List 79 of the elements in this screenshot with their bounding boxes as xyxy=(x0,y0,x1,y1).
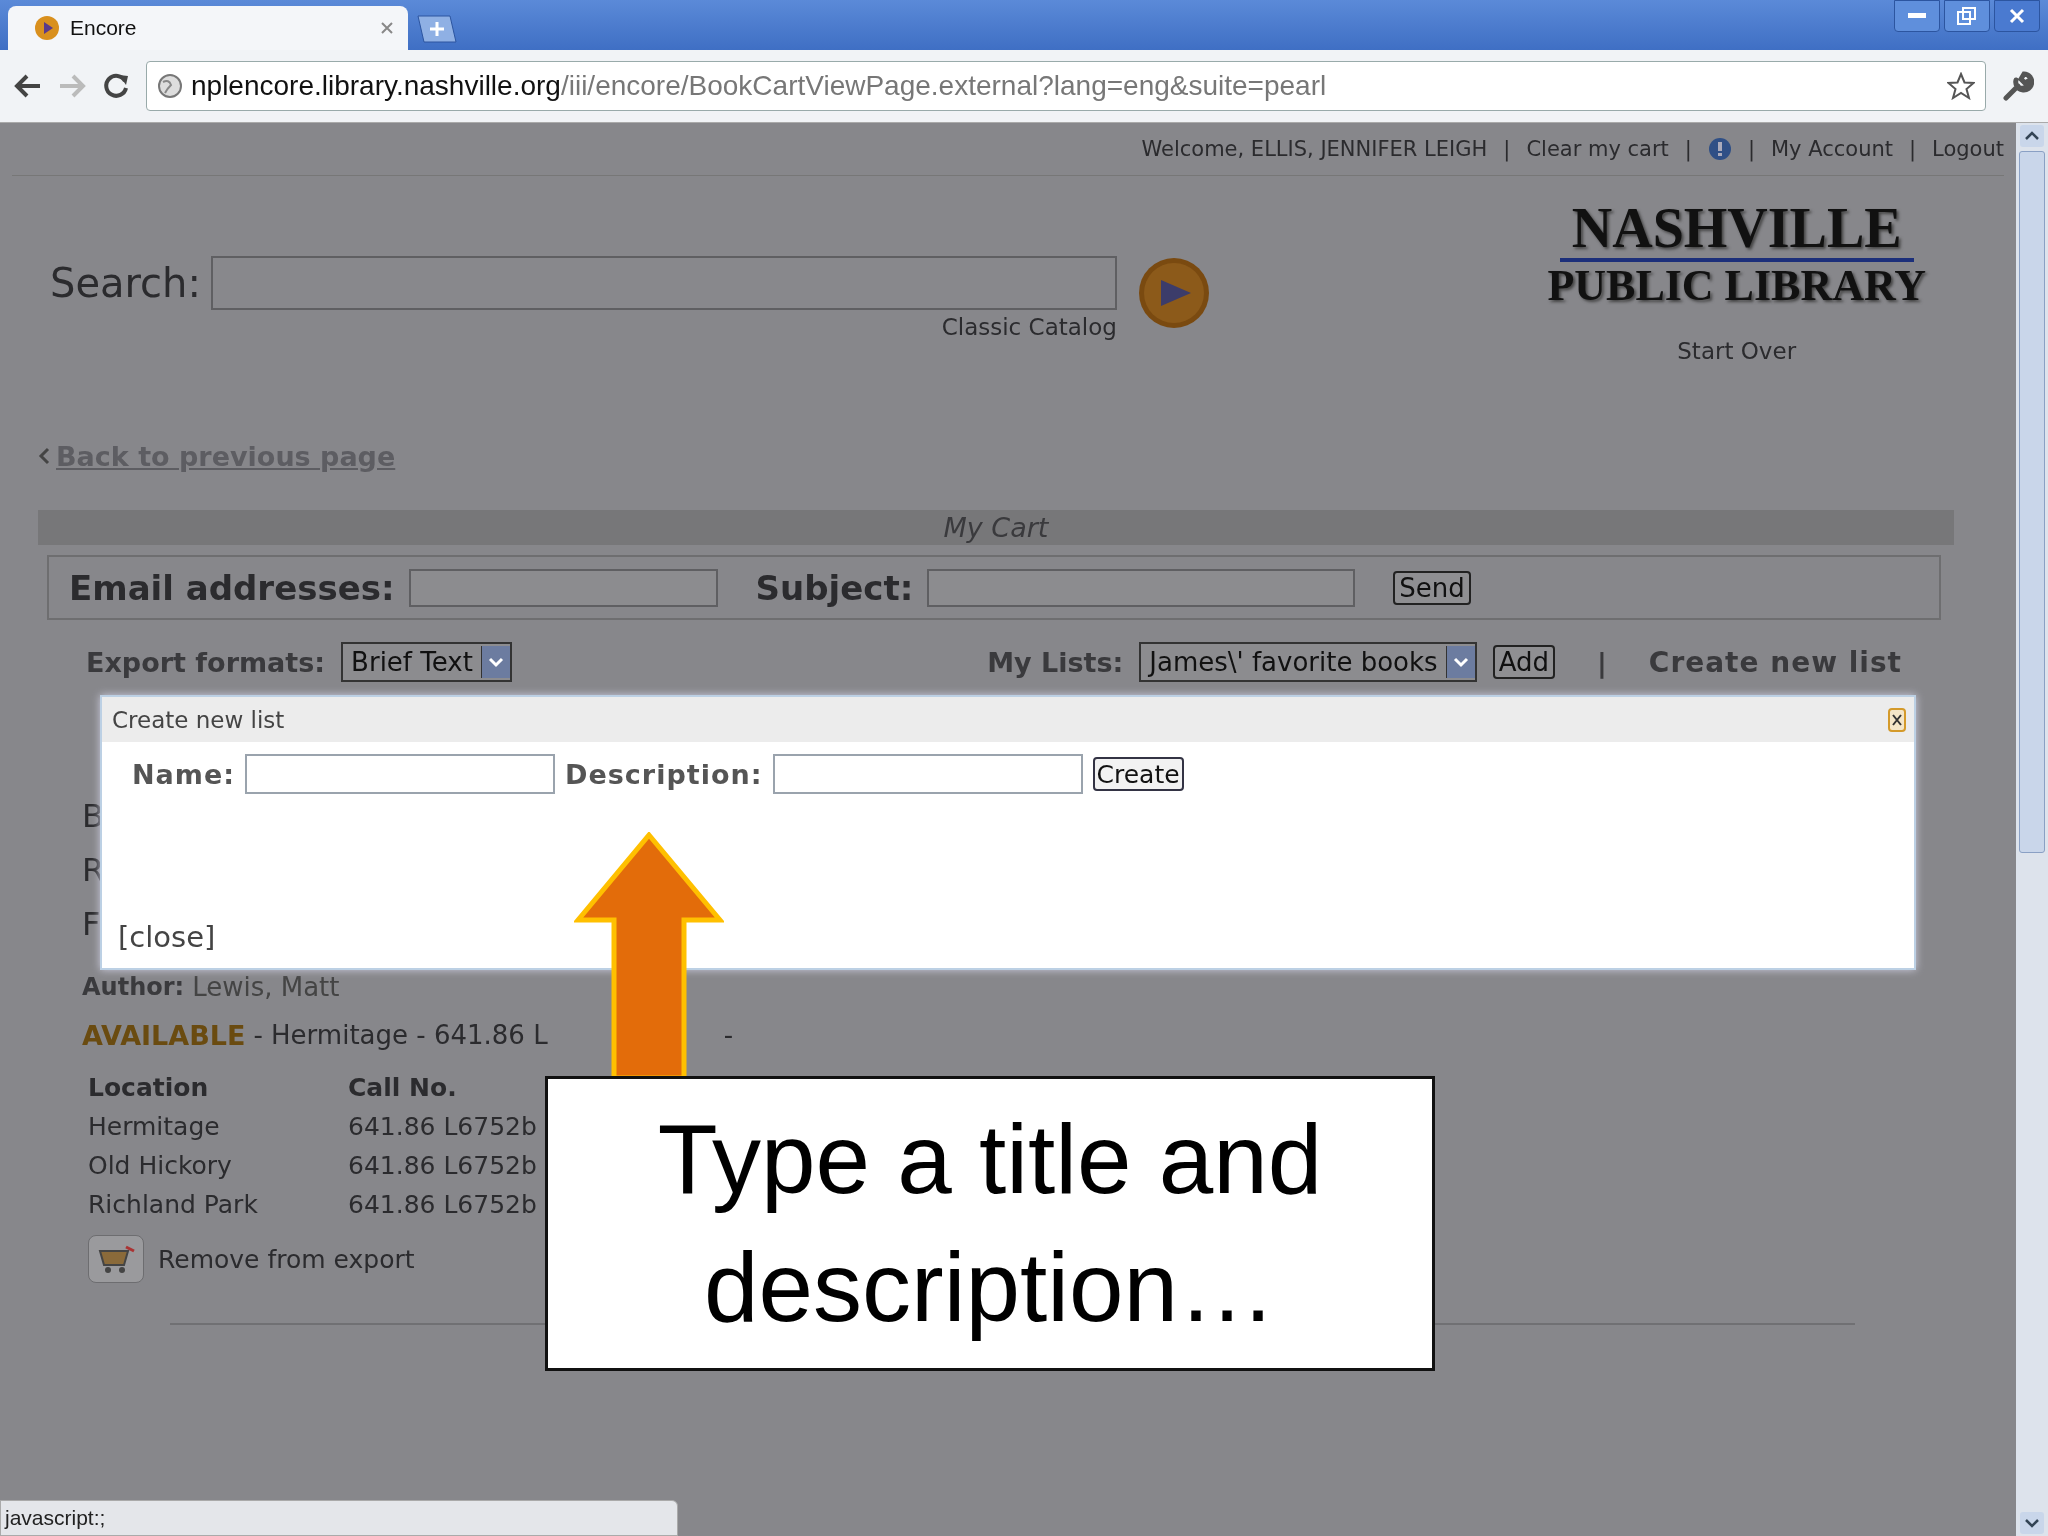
info-icon[interactable] xyxy=(1707,137,1732,161)
author-name: Lewis, Matt xyxy=(192,972,340,1002)
export-label: Export formats: xyxy=(86,646,326,678)
play-icon[interactable] xyxy=(1136,256,1211,330)
column-header: Call No. xyxy=(348,1073,458,1102)
welcome-text: Welcome, ELLIS, JENNIFER LEIGH xyxy=(1141,137,1488,161)
separator: | xyxy=(1596,646,1607,678)
email-label: Email addresses: xyxy=(69,567,395,608)
callout-text: Type a title and description… xyxy=(545,1076,1435,1371)
top-link[interactable]: Clear my cart xyxy=(1526,137,1669,161)
dash-text: - xyxy=(723,1020,734,1050)
minimize-icon xyxy=(1908,13,1926,19)
separator: | xyxy=(1909,137,1917,161)
table-cell-text: 641.86 L6752b xyxy=(348,1151,538,1180)
scrollbar[interactable] xyxy=(2016,123,2048,1536)
search-field[interactable] xyxy=(210,256,1117,310)
email-field[interactable] xyxy=(408,568,718,607)
name-label: Name: xyxy=(132,758,236,790)
logo-text: NASHVILLE xyxy=(1559,200,1914,262)
separator: | xyxy=(1684,137,1692,161)
location-text: - Hermitage - 641.86 L xyxy=(253,1020,548,1050)
status-text: AVAILABLE xyxy=(82,1019,246,1051)
name-field[interactable] xyxy=(245,754,556,794)
arrow-icon xyxy=(574,832,724,1078)
table-cell-text: 641.86 L6752b xyxy=(348,1112,538,1141)
create-button[interactable]: Create xyxy=(1092,757,1184,791)
table-cell-text: Hermitage xyxy=(88,1112,221,1141)
close-link[interactable]: [close] xyxy=(118,920,1914,954)
wrench-icon[interactable] xyxy=(2002,70,2034,102)
remove-link[interactable]: Remove from export xyxy=(158,1244,415,1274)
separator: | xyxy=(1747,137,1755,161)
lists-select[interactable]: James\' favorite books xyxy=(1139,642,1477,682)
subject-field[interactable] xyxy=(927,568,1356,607)
add-button[interactable]: Add xyxy=(1492,645,1555,679)
cart-icon[interactable] xyxy=(88,1235,144,1283)
separator: | xyxy=(1503,137,1511,161)
column-header: Location xyxy=(88,1073,210,1102)
search-label: Search: xyxy=(50,260,201,306)
star-icon[interactable] xyxy=(1947,72,1975,100)
cart-title: My Cart xyxy=(38,510,1954,545)
hidden-text: F xyxy=(82,905,101,945)
restore-icon xyxy=(1957,7,1977,25)
tab-title: Encore xyxy=(70,16,138,40)
reload-icon[interactable] xyxy=(102,72,130,100)
send-button[interactable]: Send xyxy=(1393,570,1471,605)
table-cell-text: Richland Park xyxy=(88,1190,259,1219)
url-text: nplencore.library.nashville.org/iii/encore/BookCartViewPage.external?lang=eng&suite=pearl xyxy=(191,70,1327,102)
lists-label: My Lists: xyxy=(987,646,1124,678)
scroll-up-icon[interactable] xyxy=(2020,125,2044,147)
restore-button[interactable] xyxy=(1944,0,1990,32)
close-button[interactable] xyxy=(1994,0,2040,32)
browser-tab[interactable]: Encore xyxy=(8,6,408,50)
top-link[interactable]: My Account xyxy=(1771,137,1893,161)
caret-icon xyxy=(1452,656,1469,668)
globe-icon xyxy=(157,73,183,99)
author-label: Author: xyxy=(82,973,185,1001)
description-label: Description: xyxy=(565,758,763,790)
table-cell-text: 641.86 L6752b xyxy=(348,1190,538,1219)
app-logo-icon xyxy=(34,15,60,41)
classic-catalog-link[interactable]: Classic Catalog xyxy=(941,314,1117,340)
back-icon[interactable] xyxy=(14,73,42,99)
dialog-title: Create new list xyxy=(112,706,285,733)
subject-label: Subject: xyxy=(755,567,914,608)
status-bar: javascript:; xyxy=(0,1500,678,1536)
close-icon[interactable] xyxy=(1888,707,1906,732)
top-link[interactable]: Logout xyxy=(1932,137,2004,161)
logo-text: PUBLIC LIBRARY xyxy=(1547,262,1926,311)
description-field[interactable] xyxy=(772,754,1083,794)
scroll-down-icon[interactable] xyxy=(2020,1512,2044,1534)
chevron-icon xyxy=(38,447,50,465)
new-tab-icon[interactable] xyxy=(414,14,458,44)
start-over-link[interactable]: Start Over xyxy=(1677,338,1797,365)
minimize-button[interactable] xyxy=(1894,0,1940,32)
close-icon xyxy=(2009,8,2025,24)
export-select[interactable]: Brief Text xyxy=(341,642,512,682)
create-list-link[interactable]: Create new list xyxy=(1648,645,1902,679)
caret-icon xyxy=(487,656,504,668)
table-cell-text: Old Hickory xyxy=(88,1151,233,1180)
address-bar[interactable]: nplencore.library.nashville.org/iii/encore/BookCartViewPage.external?lang=eng&suite=pearl xyxy=(146,61,1986,111)
